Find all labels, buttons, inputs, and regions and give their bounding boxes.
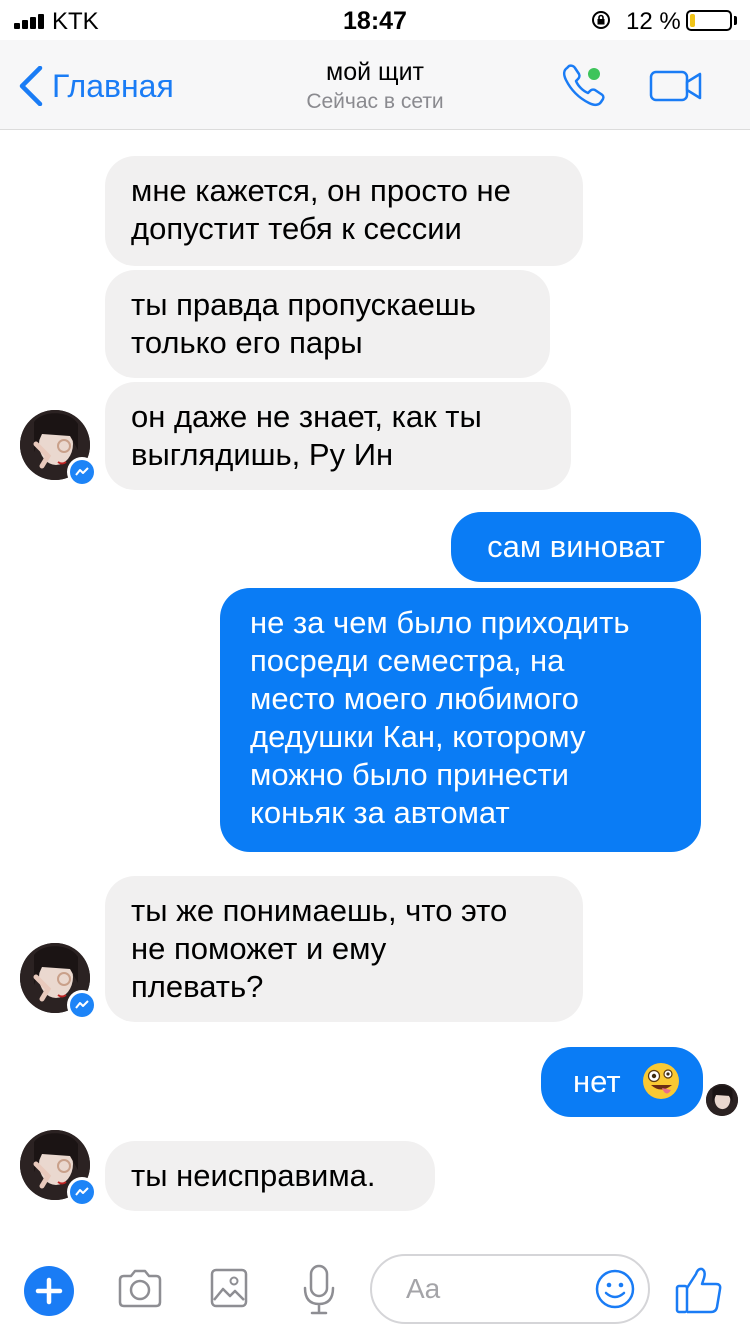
plus-button[interactable]: [24, 1266, 74, 1316]
message-line: только его пары: [131, 325, 363, 360]
message-bubble-incoming[interactable]: ты неисправима.: [105, 1141, 435, 1211]
video-call-button[interactable]: [648, 68, 704, 104]
message-line: он даже не знает, как ты: [131, 399, 482, 434]
nav-bar: Главная мой щит Сейчас в сети: [0, 40, 750, 130]
battery-tip: [734, 16, 737, 25]
messenger-badge-icon: [67, 457, 97, 487]
messenger-badge-icon: [67, 1177, 97, 1207]
message-line: ты же понимаешь, что это: [131, 893, 508, 928]
battery-percent: 12 %: [626, 8, 681, 35]
message-bubble-incoming[interactable]: ты правда пропускаешь только его пары: [105, 270, 550, 378]
read-receipt-avatar: [706, 1084, 738, 1116]
message-bubble-outgoing[interactable]: сам виноват: [451, 512, 701, 582]
message-bubble-incoming[interactable]: мне кажется, он просто не допустит тебя …: [105, 156, 583, 266]
contact-photo: [706, 1084, 738, 1116]
message-input-placeholder: Aa: [406, 1273, 441, 1304]
message-line: сам виноват: [487, 529, 665, 564]
message-list[interactable]: мне кажется, он просто не допустит тебя …: [0, 130, 750, 1234]
phone-call-button[interactable]: [558, 60, 614, 112]
message-line: можно было принести: [250, 757, 569, 792]
message-line: дедушки Кан, которому: [250, 719, 586, 754]
smiley-icon[interactable]: [594, 1268, 636, 1310]
message-line: допустит тебя к сессии: [131, 211, 462, 246]
message-line: коньяк за автомат: [250, 795, 510, 830]
thumbs-up-icon[interactable]: [674, 1264, 724, 1316]
message-line: плевать?: [131, 969, 264, 1004]
message-line: мне кажется, он просто не: [131, 173, 511, 208]
message-line: не поможет и ему: [131, 931, 387, 966]
presence-status: Сейчас в сети: [306, 90, 444, 113]
message-input[interactable]: Aa: [370, 1254, 650, 1324]
composer-bar: Aa: [0, 1234, 750, 1334]
status-bar: KTK 18:47 12 %: [0, 0, 750, 40]
message-bubble-outgoing[interactable]: нет: [541, 1047, 703, 1117]
message-line: место моего любимого: [250, 681, 579, 716]
plus-icon: [35, 1277, 63, 1305]
message-bubble-incoming[interactable]: он даже не знает, как ты выглядишь, Ру И…: [105, 382, 571, 490]
back-label: Главная: [52, 68, 174, 104]
message-line: посреди семестра, на: [250, 643, 565, 678]
message-line: ты неисправима.: [131, 1158, 376, 1193]
image-icon[interactable]: [210, 1268, 248, 1308]
zany-face-emoji-icon: [643, 1063, 679, 1099]
message-bubble-outgoing[interactable]: не за чем было приходить посреди семестр…: [220, 588, 701, 852]
message-line: не за чем было приходить: [250, 605, 630, 640]
rotation-lock-icon: [592, 11, 610, 29]
microphone-icon[interactable]: [302, 1264, 336, 1316]
messenger-badge-icon: [67, 990, 97, 1020]
message-line: выглядишь, Ру Ин: [131, 437, 394, 472]
message-bubble-incoming[interactable]: ты же понимаешь, что это не поможет и ем…: [105, 876, 583, 1022]
battery-icon: [686, 10, 732, 31]
message-line: нет: [573, 1064, 621, 1099]
camera-icon[interactable]: [116, 1268, 164, 1310]
chevron-left-icon: [19, 66, 43, 106]
message-line: ты правда пропускаешь: [131, 287, 476, 322]
chat-title: мой щит: [326, 58, 424, 86]
